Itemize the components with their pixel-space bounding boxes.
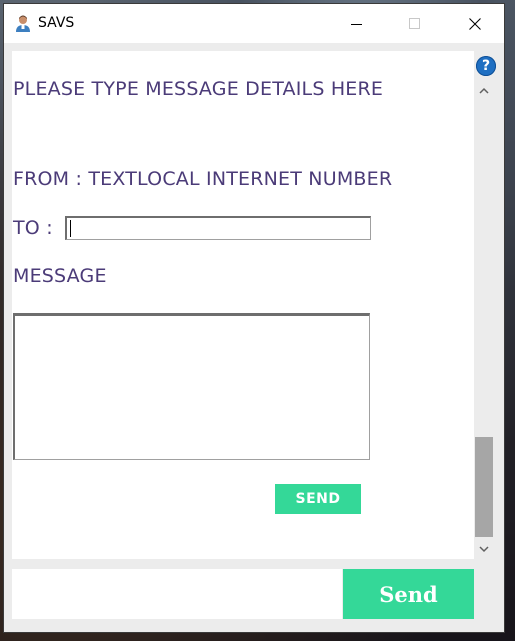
message-form-panel: PLEASE TYPE MESSAGE DETAILS HERE FROM : … — [12, 51, 474, 559]
title-bar[interactable]: SAVS — [4, 4, 504, 43]
chevron-up-icon — [479, 87, 489, 94]
scroll-thumb[interactable] — [475, 437, 493, 537]
message-textarea[interactable] — [13, 313, 370, 460]
footer-input[interactable] — [12, 569, 342, 619]
send-button-small[interactable]: SEND — [275, 484, 361, 514]
scroll-up-button[interactable] — [474, 82, 494, 100]
maximize-button[interactable] — [386, 4, 444, 43]
message-label: MESSAGE — [13, 265, 107, 287]
maximize-icon — [409, 17, 420, 29]
close-button[interactable] — [446, 4, 504, 43]
window-title: SAVS — [38, 15, 75, 31]
help-icon[interactable]: ? — [476, 56, 496, 76]
user-avatar-icon — [16, 15, 30, 32]
to-input[interactable] — [65, 216, 371, 240]
minimize-icon — [351, 23, 362, 25]
form-heading: PLEASE TYPE MESSAGE DETAILS HERE — [13, 78, 384, 100]
text-caret — [70, 220, 71, 237]
from-label: FROM : TEXTLOCAL INTERNET NUMBER — [13, 168, 393, 190]
app-window: SAVS PLEASE TYPE MESSAGE DETAILS HERE FR… — [4, 4, 504, 632]
vertical-scrollbar[interactable] — [474, 82, 494, 559]
scroll-down-button[interactable] — [474, 540, 494, 558]
close-icon — [469, 17, 481, 30]
minimize-button[interactable] — [328, 4, 386, 43]
send-button[interactable]: Send — [343, 569, 474, 619]
chevron-down-icon — [479, 546, 489, 553]
to-label: TO : — [13, 217, 53, 239]
